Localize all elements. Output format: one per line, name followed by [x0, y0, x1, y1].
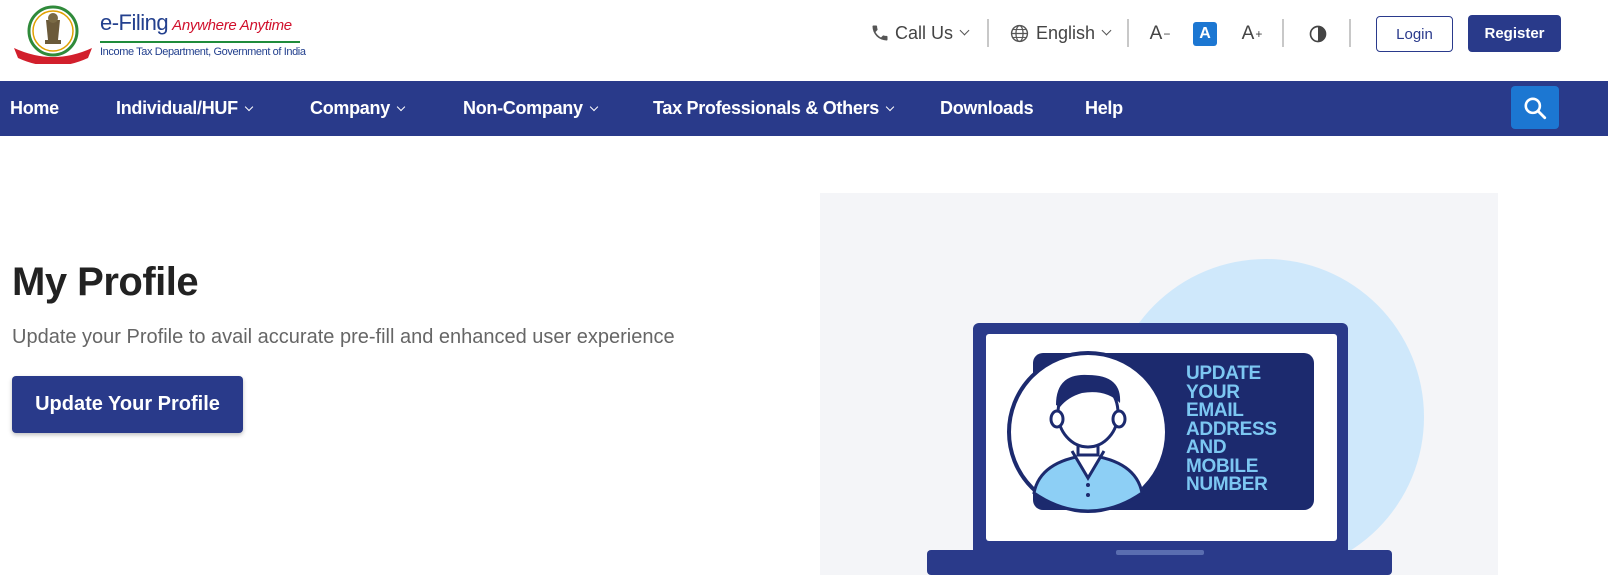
divider	[1349, 19, 1351, 47]
chevron-down-icon	[1101, 25, 1112, 36]
brand-tagline: Anywhere Anytime	[172, 17, 292, 34]
language-dropdown[interactable]: English	[1010, 18, 1112, 48]
brand-text: e-Filing Anywhere Anytime Income Tax Depa…	[100, 10, 310, 58]
search-icon	[1524, 96, 1547, 119]
search-button[interactable]	[1511, 86, 1559, 129]
nav-item-help[interactable]: Help	[1085, 81, 1123, 136]
page-title: My Profile	[12, 260, 199, 304]
main-nav: Home Individual/HUF Company Non-Company …	[0, 81, 1608, 136]
illustration-caption: UPDATE YOUR EMAIL ADDRESS AND MOBILE NUM…	[1186, 363, 1277, 495]
brand-divider	[100, 41, 300, 43]
top-header: e-Filing Anywhere Anytime Income Tax Depa…	[0, 0, 1608, 81]
nav-item-non-company[interactable]: Non-Company	[463, 81, 598, 136]
emblem-icon	[14, 5, 92, 64]
call-us-label: Call Us	[895, 22, 954, 43]
register-button[interactable]: Register	[1468, 15, 1561, 52]
nav-item-home[interactable]: Home	[10, 81, 59, 136]
nav-item-company[interactable]: Company	[310, 81, 406, 136]
font-increase-button[interactable]: A +	[1240, 22, 1264, 46]
profile-illustration: UPDATE YOUR EMAIL ADDRESS AND MOBILE NUM…	[820, 193, 1498, 575]
chevron-down-icon	[396, 102, 406, 111]
brand-subtitle: Income Tax Department, Government of Ind…	[100, 46, 306, 58]
chevron-down-icon	[589, 102, 598, 111]
divider	[1282, 19, 1284, 47]
chevron-down-icon	[244, 102, 254, 111]
contrast-toggle-button[interactable]	[1306, 22, 1330, 46]
phone-icon	[872, 25, 888, 41]
divider	[1127, 19, 1129, 47]
nav-item-individual-huf[interactable]: Individual/HUF	[116, 81, 254, 136]
language-label: English	[1036, 22, 1096, 43]
nav-item-downloads[interactable]: Downloads	[940, 81, 1034, 136]
plus-icon: +	[1255, 27, 1263, 41]
laptop-illustration	[927, 259, 1424, 575]
minus-icon: −	[1163, 27, 1171, 41]
font-normal-button[interactable]: A	[1193, 22, 1217, 46]
call-us-dropdown[interactable]: Call Us	[870, 18, 970, 48]
update-profile-button[interactable]: Update Your Profile	[12, 376, 243, 433]
divider	[987, 19, 989, 47]
font-decrease-button[interactable]: A −	[1148, 22, 1172, 46]
page-subtitle: Update your Profile to avail accurate pr…	[12, 326, 675, 348]
contrast-icon	[1309, 25, 1327, 43]
chevron-down-icon	[885, 102, 895, 111]
globe-icon	[1010, 24, 1029, 42]
login-button[interactable]: Login	[1376, 16, 1453, 52]
brand-name: e-Filing	[100, 10, 169, 35]
efiling-logo[interactable]: e-Filing Anywhere Anytime Income Tax Depa…	[12, 4, 312, 68]
chevron-down-icon	[959, 25, 970, 36]
nav-item-tax-professionals[interactable]: Tax Professionals & Others	[653, 81, 895, 136]
